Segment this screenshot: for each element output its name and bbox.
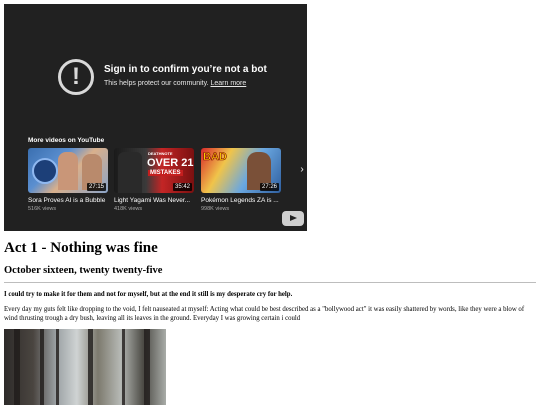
thumbnail-caption: OVER 21 [147, 157, 194, 169]
video-duration: 27:15 [86, 183, 106, 191]
article-lead: I could try to make it for them and not … [4, 291, 293, 298]
learn-more-link[interactable]: Learn more [210, 80, 246, 87]
video-card[interactable]: 27:15 Sora Proves AI is a Bubble 516K vi… [28, 148, 108, 212]
video-card[interactable]: BAD 27:26 Pokémon Legends ZA is ... 998K… [201, 148, 281, 212]
tree-trunk [40, 329, 44, 405]
tree-trunk [88, 329, 93, 405]
video-title[interactable]: Sora Proves AI is a Bubble [28, 197, 108, 204]
video-thumbnail[interactable]: 27:15 [28, 148, 108, 193]
video-title[interactable]: Light Yagami Was Never... [114, 197, 194, 204]
tree-trunk [144, 329, 150, 405]
more-videos-label: More videos on YouTube [28, 137, 105, 144]
video-card[interactable]: DEATHNOTE OVER 21 MISTAKES 35:42 Light Y… [114, 148, 194, 212]
tree-trunk [56, 329, 59, 405]
forest-photo [4, 329, 166, 405]
bot-check-text: This helps protect our community. [104, 80, 209, 87]
video-views: 418K views [114, 206, 143, 212]
video-views: 998K views [201, 206, 230, 212]
more-videos-list: 27:15 Sora Proves AI is a Bubble 516K vi… [28, 148, 307, 218]
alert-icon: ! [58, 59, 94, 95]
article-date: October sixteen, twenty twenty-five [4, 265, 163, 276]
article-title: Act 1 - Nothing was fine [4, 240, 158, 256]
chevron-right-icon[interactable]: › [297, 163, 307, 177]
bot-check-subtitle: This helps protect our community. Learn … [104, 80, 246, 87]
video-thumbnail[interactable]: DEATHNOTE OVER 21 MISTAKES 35:42 [114, 148, 194, 193]
thumbnail-caption-sub: MISTAKES [148, 170, 183, 176]
video-duration: 35:42 [172, 183, 192, 191]
divider [4, 282, 536, 283]
youtube-logo-icon[interactable] [282, 211, 304, 226]
tree-trunk [122, 329, 125, 405]
bot-check-title: Sign in to confirm you’re not a bot [104, 64, 267, 75]
thumbnail-caption-small: DEATHNOTE [148, 151, 173, 156]
video-title[interactable]: Pokémon Legends ZA is ... [201, 197, 281, 204]
video-views: 516K views [28, 206, 57, 212]
video-duration: 27:26 [259, 183, 279, 191]
thumbnail-caption: BAD [203, 151, 227, 164]
youtube-embed[interactable]: ! Sign in to confirm you’re not a bot Th… [4, 4, 307, 231]
person-image [58, 152, 78, 190]
video-thumbnail[interactable]: BAD 27:26 [201, 148, 281, 193]
character-image [118, 152, 142, 193]
ai-logo-image [32, 158, 58, 184]
article-paragraph: Every day my guts felt like dropping to … [4, 306, 525, 322]
tree-trunk [14, 329, 20, 405]
